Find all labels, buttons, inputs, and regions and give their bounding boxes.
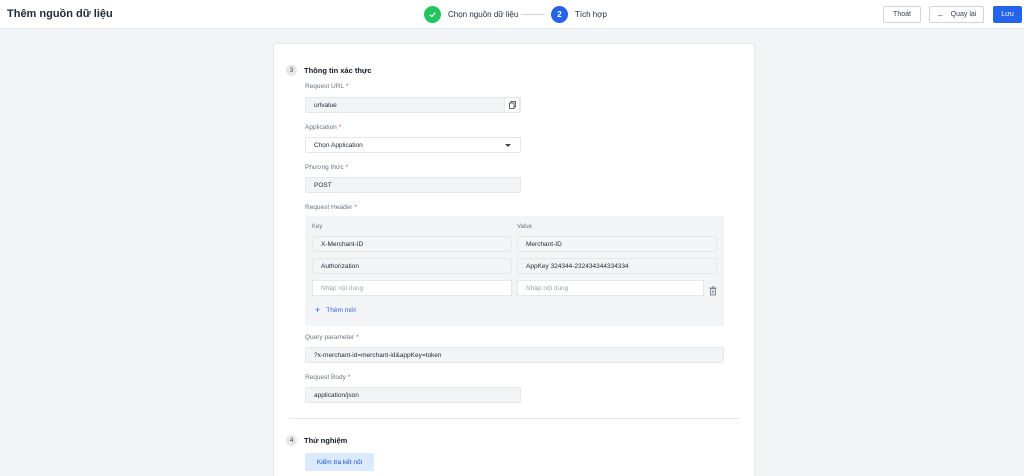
- section-4-title: Thử nghiệm: [304, 436, 348, 445]
- header-value-value: Merchant-ID: [526, 240, 562, 248]
- copy-icon[interactable]: [504, 97, 520, 113]
- step-2-label: Tích hợp: [575, 9, 607, 19]
- add-header-button[interactable]: + Thêm mới: [315, 305, 356, 315]
- query-parameter-label-text: Query parameter: [305, 334, 355, 341]
- query-parameter-value: ?x-merchant-id=merchant-id&appKey=token: [314, 351, 442, 359]
- test-connection-button[interactable]: Kiểm tra kết nối: [305, 453, 374, 471]
- value-column-header: Value: [517, 224, 532, 230]
- method-value: POST: [314, 181, 332, 189]
- request-body-label-text: Request Body: [305, 374, 346, 381]
- top-bar: Thêm nguồn dữ liệu Chọn nguồn dữ liệu 2 …: [0, 0, 1024, 29]
- check-icon: [424, 5, 441, 23]
- section-divider: [289, 418, 740, 419]
- request-url-value: urlvalue: [314, 101, 337, 109]
- header-value-placeholder: Nhập nội dung: [526, 284, 569, 292]
- application-select[interactable]: Chọn Application: [305, 137, 521, 153]
- header-value-input[interactable]: Merchant-ID: [517, 236, 717, 252]
- step-2: 2 Tích hợp: [551, 5, 607, 23]
- step-connector: [521, 14, 545, 15]
- caret-down-icon: [505, 144, 511, 147]
- header-key-placeholder: Nhập nội dung: [321, 284, 364, 292]
- header-key-value: Authorization: [321, 262, 359, 270]
- application-select-value: Chọn Application: [314, 141, 363, 149]
- request-header-panel: Key Value X-Merchant-ID Merchant-ID Auth…: [305, 216, 724, 326]
- back-button-label: Quay lại: [950, 11, 977, 18]
- method-label-text: Phương thức: [305, 164, 344, 171]
- required-mark: *: [338, 124, 342, 131]
- request-url-label: Request URL *: [305, 83, 349, 90]
- section-4-header: 4 Thử nghiệm: [286, 435, 347, 446]
- header-value-input[interactable]: AppKey 324344-232434344334334: [517, 258, 717, 274]
- section-3-number: 3: [286, 65, 297, 76]
- step-2-number: 2: [551, 5, 568, 23]
- application-label: Application *: [305, 124, 341, 131]
- request-body-value: application/json: [314, 391, 359, 399]
- trash-icon[interactable]: [709, 283, 717, 296]
- required-mark: *: [346, 83, 349, 90]
- required-mark: *: [354, 204, 357, 211]
- application-label-text: Application: [305, 124, 337, 131]
- page-title: Thêm nguồn dữ liệu: [7, 8, 113, 20]
- required-mark: *: [356, 334, 359, 341]
- key-column-header: Key: [312, 224, 323, 230]
- section-4-number: 4: [286, 435, 297, 446]
- request-header-label: Request Header *: [305, 204, 357, 211]
- save-button[interactable]: Lưu: [993, 6, 1022, 23]
- exit-button[interactable]: Thoát: [883, 6, 921, 23]
- section-3-header: 3 Thông tin xác thực: [286, 65, 372, 76]
- header-key-input[interactable]: Authorization: [312, 258, 512, 274]
- header-value-input-empty[interactable]: Nhập nội dung: [517, 280, 704, 296]
- request-header-label-text: Request Header: [305, 204, 353, 211]
- request-url-label-text: Request URL: [305, 83, 345, 90]
- add-header-label: Thêm mới: [326, 306, 356, 314]
- query-parameter-label: Query parameter *: [305, 334, 359, 341]
- request-body-label: Request Body *: [305, 374, 350, 381]
- back-button[interactable]: ← Quay lại: [929, 6, 984, 23]
- request-url-field[interactable]: urlvalue: [305, 97, 521, 113]
- plus-icon: +: [315, 305, 321, 315]
- integration-form-card: 3 Thông tin xác thực Request URL * urlval…: [273, 43, 755, 476]
- request-body-field[interactable]: application/json: [305, 387, 521, 403]
- step-1-label: Chọn nguồn dữ liệu: [448, 9, 519, 19]
- required-mark: *: [345, 164, 349, 171]
- query-parameter-field[interactable]: ?x-merchant-id=merchant-id&appKey=token: [305, 347, 724, 363]
- header-key-input-empty[interactable]: Nhập nội dung: [312, 280, 512, 296]
- method-label: Phương thức *: [305, 164, 348, 171]
- step-1: Chọn nguồn dữ liệu: [424, 5, 518, 23]
- header-key-value: X-Merchant-ID: [321, 240, 364, 248]
- method-field[interactable]: POST: [305, 177, 521, 193]
- header-value-value: AppKey 324344-232434344334334: [526, 262, 629, 270]
- arrow-left-icon: ←: [936, 10, 945, 19]
- section-3-title: Thông tin xác thực: [304, 66, 372, 75]
- required-mark: *: [347, 374, 351, 381]
- header-key-input[interactable]: X-Merchant-ID: [312, 236, 512, 252]
